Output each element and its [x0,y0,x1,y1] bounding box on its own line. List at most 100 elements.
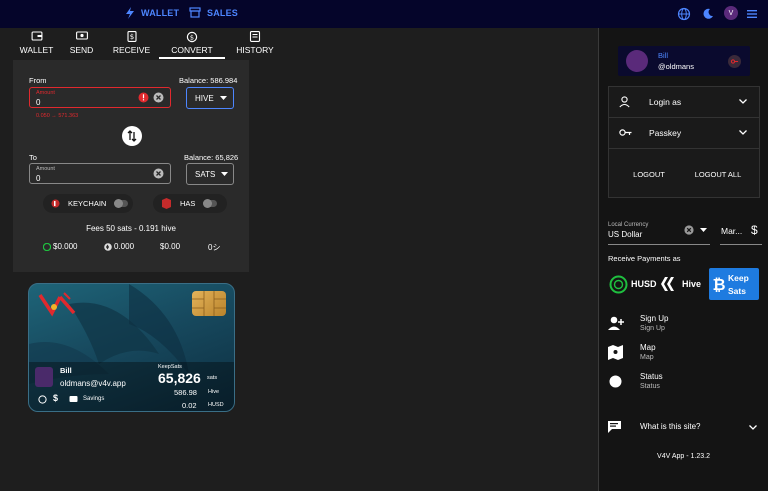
from-currency-select[interactable]: HIVE [186,87,234,109]
signup-menu-item[interactable]: Sign Up Sign Up [608,314,760,336]
signup-title: Sign Up [640,314,669,323]
svg-text:$: $ [129,33,133,41]
map-menu-item[interactable]: Map Map [608,343,760,365]
login-as-label: Login as [649,97,682,107]
husd-option-label: HUSD [631,279,657,289]
keychain-label: KEYCHAIN [68,199,107,208]
swap-vertical-icon [127,130,137,142]
clear-from-icon[interactable] [153,92,164,103]
status-title: Status [640,372,663,381]
has-switch[interactable] [203,199,218,208]
savings-icon [69,396,78,402]
amount-local: $0.00 [160,242,181,251]
tab-send[interactable]: SEND [59,28,104,59]
map-icon [608,345,623,360]
card-sats-unit: sats [207,375,218,381]
receive-keepsats-option[interactable]: ₿ Keep Sats [709,268,759,300]
clear-currency-icon[interactable] [684,225,694,235]
svg-text:₿: ₿ [712,276,725,293]
market-select[interactable]: Mar... $ [720,220,762,245]
top-app-bar: WALLET SALES V [0,0,768,28]
tab-wallet-label: WALLET [19,45,54,55]
status-menu-item[interactable]: Status Status [608,372,760,394]
amount-usd-value: $0.000 [53,242,78,251]
wallet-tabs: WALLET SEND $ RECEIVE $ CONVERT HISTORY [14,28,285,59]
local-currency-value: US Dollar [608,230,643,239]
what-is-site-row[interactable]: What is this site? [608,419,760,435]
convert-panel: From Balance: 586.984 Amount 0 0.050 → 5… [13,60,249,272]
card-dollar-icon[interactable]: $ [53,393,58,403]
tab-convert-label: CONVERT [171,45,213,55]
to-balance: Balance: 65,826 [184,153,239,162]
user-avatar[interactable]: V [724,6,738,20]
has-toggle-row[interactable]: HAS [153,194,227,213]
hive-logo-icon [661,277,674,291]
swap-direction-button[interactable] [122,126,142,146]
card-user-name: Bill [60,366,72,375]
keep-option-line1: Keep [728,273,749,283]
globe-icon[interactable] [677,7,691,21]
keychain-toggle-row[interactable]: KEYCHAIN [43,194,133,213]
from-error-hint: 0.050 → 571.363 [36,113,79,119]
signup-subtitle: Sign Up [640,325,665,332]
to-amount-value: 0 [36,174,41,183]
history-list-icon [249,31,261,42]
husd-coin-icon [609,275,628,293]
storefront-icon [189,7,201,18]
card-husd-value: 0.02 [182,401,197,410]
profile-avatar [626,50,648,72]
to-amount-field[interactable]: Amount 0 [29,163,171,184]
chevron-down-icon [739,99,747,104]
to-amount-caption: Amount [36,166,55,172]
chevron-down-icon [700,228,707,232]
fees-text: Fees 50 sats - 0.191 hive [86,224,176,233]
card-convert-icon[interactable] [38,395,47,404]
card-husd-unit: HUSD [208,402,224,408]
to-currency-select[interactable]: SATS [186,163,234,185]
hamburger-menu-icon[interactable] [745,7,759,21]
keep-option-line2: Sats [728,286,746,296]
receive-payments-label: Receive Payments as [608,254,681,263]
person-add-icon [608,316,624,330]
profile-key-icon[interactable] [728,55,741,68]
from-amount-caption: Amount [36,90,55,96]
status-dot-icon [609,375,622,388]
logout-all-button[interactable]: LOGOUT ALL [685,164,751,184]
dollar-sign-icon: $ [751,223,758,237]
tab-convert[interactable]: $ CONVERT [159,28,225,59]
wallet-icon [31,31,42,41]
tab-receive[interactable]: $ RECEIVE [104,28,159,59]
passkey-row[interactable]: Passkey [608,117,760,149]
user-profile-card[interactable]: Bill @oldmans [618,46,750,76]
receive-husd-option[interactable]: HUSD [609,270,659,298]
card-user-handle: oldmans@v4v.app [60,379,126,388]
map-title: Map [640,343,656,352]
dark-mode-moon-icon[interactable] [701,7,715,21]
svg-text:$: $ [190,34,194,42]
market-label: Mar... [721,226,743,236]
nav-wallet-link[interactable]: WALLET [125,7,179,19]
receive-hive-option[interactable]: Hive [660,270,706,298]
clear-to-icon[interactable] [153,168,164,179]
tab-history[interactable]: HISTORY [225,28,285,59]
status-subtitle: Status [640,383,660,390]
chevron-down-icon [739,130,747,135]
bitcoin-icon: ₿ [712,276,725,293]
to-currency-value: SATS [195,169,216,179]
local-currency-select[interactable]: Local Currency US Dollar [608,220,710,245]
card-chip [192,291,226,316]
chevron-down-icon [219,96,227,100]
passkey-label: Passkey [649,128,682,138]
from-currency-value: HIVE [195,93,214,103]
keychain-switch[interactable] [114,199,129,208]
tab-wallet[interactable]: WALLET [14,28,59,59]
wallet-card[interactable]: Bill oldmans@v4v.app $ Savings KeepSats … [28,283,235,412]
husd-coin-icon [43,242,51,251]
amount-usd: $0.000 [43,242,77,251]
logout-button[interactable]: LOGOUT [623,164,675,184]
amount-hive-value: 0.000 [114,242,135,251]
from-label: From [29,76,47,85]
from-amount-field[interactable]: Amount 0 [29,87,171,108]
nav-sales-link[interactable]: SALES [189,7,238,18]
login-as-row[interactable]: Login as [608,86,760,118]
